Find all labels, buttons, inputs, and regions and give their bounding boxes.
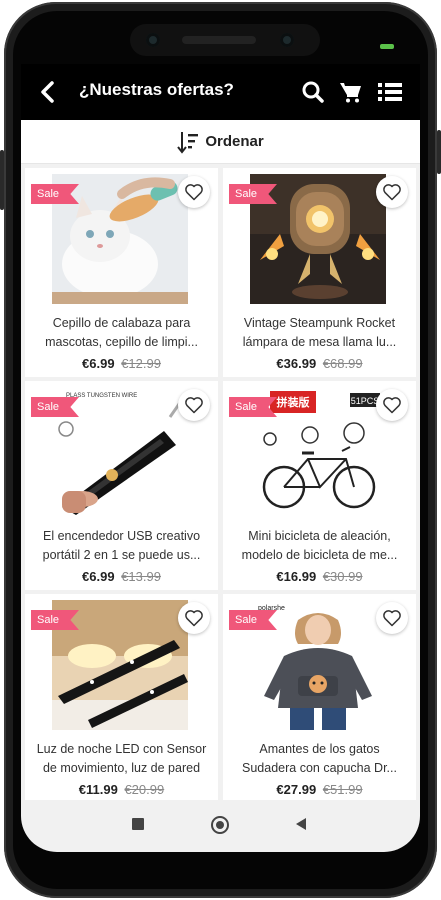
cart-icon[interactable] [339,80,363,104]
original-price: €51.99 [322,782,363,797]
sort-button[interactable]: Ordenar [21,120,420,164]
search-icon[interactable] [301,80,325,104]
heart-icon [383,610,401,627]
heart-icon [185,184,203,201]
product-name-line: El encendedor USB creativo [42,529,201,543]
original-price: €68.99 [322,356,363,371]
earpiece-speaker [182,36,256,44]
product-image[interactable]: polarshe [250,600,386,730]
cat-brush-image [52,174,188,304]
heart-icon [383,397,401,414]
heart-icon [383,184,401,201]
product-card[interactable]: Sale Cepillo de calabaza para mascotas, … [25,168,218,377]
product-card[interactable]: Sale Vintage Steampunk Rocket lámpara de… [223,168,416,377]
current-price: €36.99 [276,356,317,371]
sort-label: Ordenar [205,133,264,150]
current-price: €6.99 [82,356,115,371]
product-name-line: Sudadera con capucha Dr... [242,761,397,775]
sort-icon [177,131,199,154]
cat-hoodie-image: polarshe [250,600,386,730]
steampunk-lamp-image [250,174,386,304]
product-list: Ordenar Sale Cepillo de calabaza para ma… [21,120,420,803]
image-caption: 拼装版 [277,395,310,409]
app-screen: ¿Nuestras ofertas? Ordenar Sale Cepillo … [21,64,420,852]
original-price: €12.99 [121,356,161,371]
mini-bicycle-image: 拼装版 51PCS [250,387,386,517]
favorite-button[interactable] [376,602,408,634]
original-price: €20.99 [124,782,165,797]
current-price: €6.99 [82,569,115,584]
list-icon[interactable] [377,80,403,104]
favorite-button[interactable] [178,602,210,634]
product-name-line: de movimiento, luz de pared [42,761,201,775]
product-name-line: Luz de noche LED con Sensor [36,742,207,756]
heart-icon [185,397,203,414]
product-name-line: modelo de bicicleta de me... [241,548,398,562]
favorite-button[interactable] [376,176,408,208]
page-title: ¿Nuestras ofertas? [79,80,234,99]
app-bar: ¿Nuestras ofertas? [21,64,420,120]
notification-led [380,44,394,49]
original-price: €13.99 [121,569,161,584]
product-name-line: Cepillo de calabaza para [52,316,191,330]
front-sensor-icon [280,33,294,47]
favorite-button[interactable] [178,176,210,208]
product-image[interactable] [250,174,386,304]
led-light-image [52,600,188,730]
product-card[interactable]: 拼装版 51PCS Sale Mini bicicleta de aleació… [223,381,416,590]
product-name: Mini bicicleta de aleación, modelo de bi… [231,527,408,565]
product-name-line: Amantes de los gatos [259,742,380,756]
product-price: €36.99 €68.99 [223,356,416,371]
product-price: €6.99 €13.99 [25,569,218,584]
product-name-line: portátil 2 en 1 se puede us... [42,548,201,562]
product-name-line: mascotas, cepillo de limpi... [45,335,198,349]
favorite-button[interactable] [178,389,210,421]
product-name-line: lámpara de mesa llama lu... [242,335,397,349]
back-triangle-icon[interactable] [296,818,306,830]
product-card[interactable]: PLASS TUNGSTEN WIRE Sale El encendedor U… [25,381,218,590]
product-image[interactable] [52,174,188,304]
product-name-line: Vintage Steampunk Rocket [243,316,396,330]
product-name: Amantes de los gatos Sudadera con capuch… [231,740,408,778]
product-card[interactable]: polarshe Sale Amantes de los gatos Sudad… [223,594,416,803]
product-price: €16.99 €30.99 [223,569,416,584]
system-navigation-bar [21,800,420,852]
image-caption: 51PCS [351,396,380,406]
product-price: €11.99 €20.99 [25,782,218,797]
current-price: €16.99 [276,569,317,584]
original-price: €30.99 [322,569,363,584]
product-name: Vintage Steampunk Rocket lámpara de mesa… [231,314,408,352]
product-name: Cepillo de calabaza para mascotas, cepil… [33,314,210,352]
recent-apps-icon[interactable] [132,818,144,830]
product-price: €6.99 €12.99 [25,356,218,371]
product-name-line: Mini bicicleta de aleación, [248,529,391,543]
product-image[interactable]: PLASS TUNGSTEN WIRE [52,387,188,517]
product-card[interactable]: Sale Luz de noche LED con Sensor de movi… [25,594,218,803]
product-image[interactable] [52,600,188,730]
product-name: El encendedor USB creativo portátil 2 en… [33,527,210,565]
back-icon[interactable] [37,78,59,106]
product-grid: Sale Cepillo de calabaza para mascotas, … [25,168,416,803]
home-icon[interactable] [211,816,229,834]
volume-button [0,150,4,210]
product-price: €27.99 €51.99 [223,782,416,797]
power-button [437,130,441,174]
heart-icon [185,610,203,627]
usb-lighter-image: PLASS TUNGSTEN WIRE [52,387,188,517]
product-image[interactable]: 拼装版 51PCS [250,387,386,517]
product-name: Luz de noche LED con Sensor de movimient… [33,740,210,778]
favorite-button[interactable] [376,389,408,421]
current-price: €11.99 [78,782,118,797]
front-camera-icon [146,33,160,47]
current-price: €27.99 [276,782,317,797]
phone-notch [130,24,320,56]
